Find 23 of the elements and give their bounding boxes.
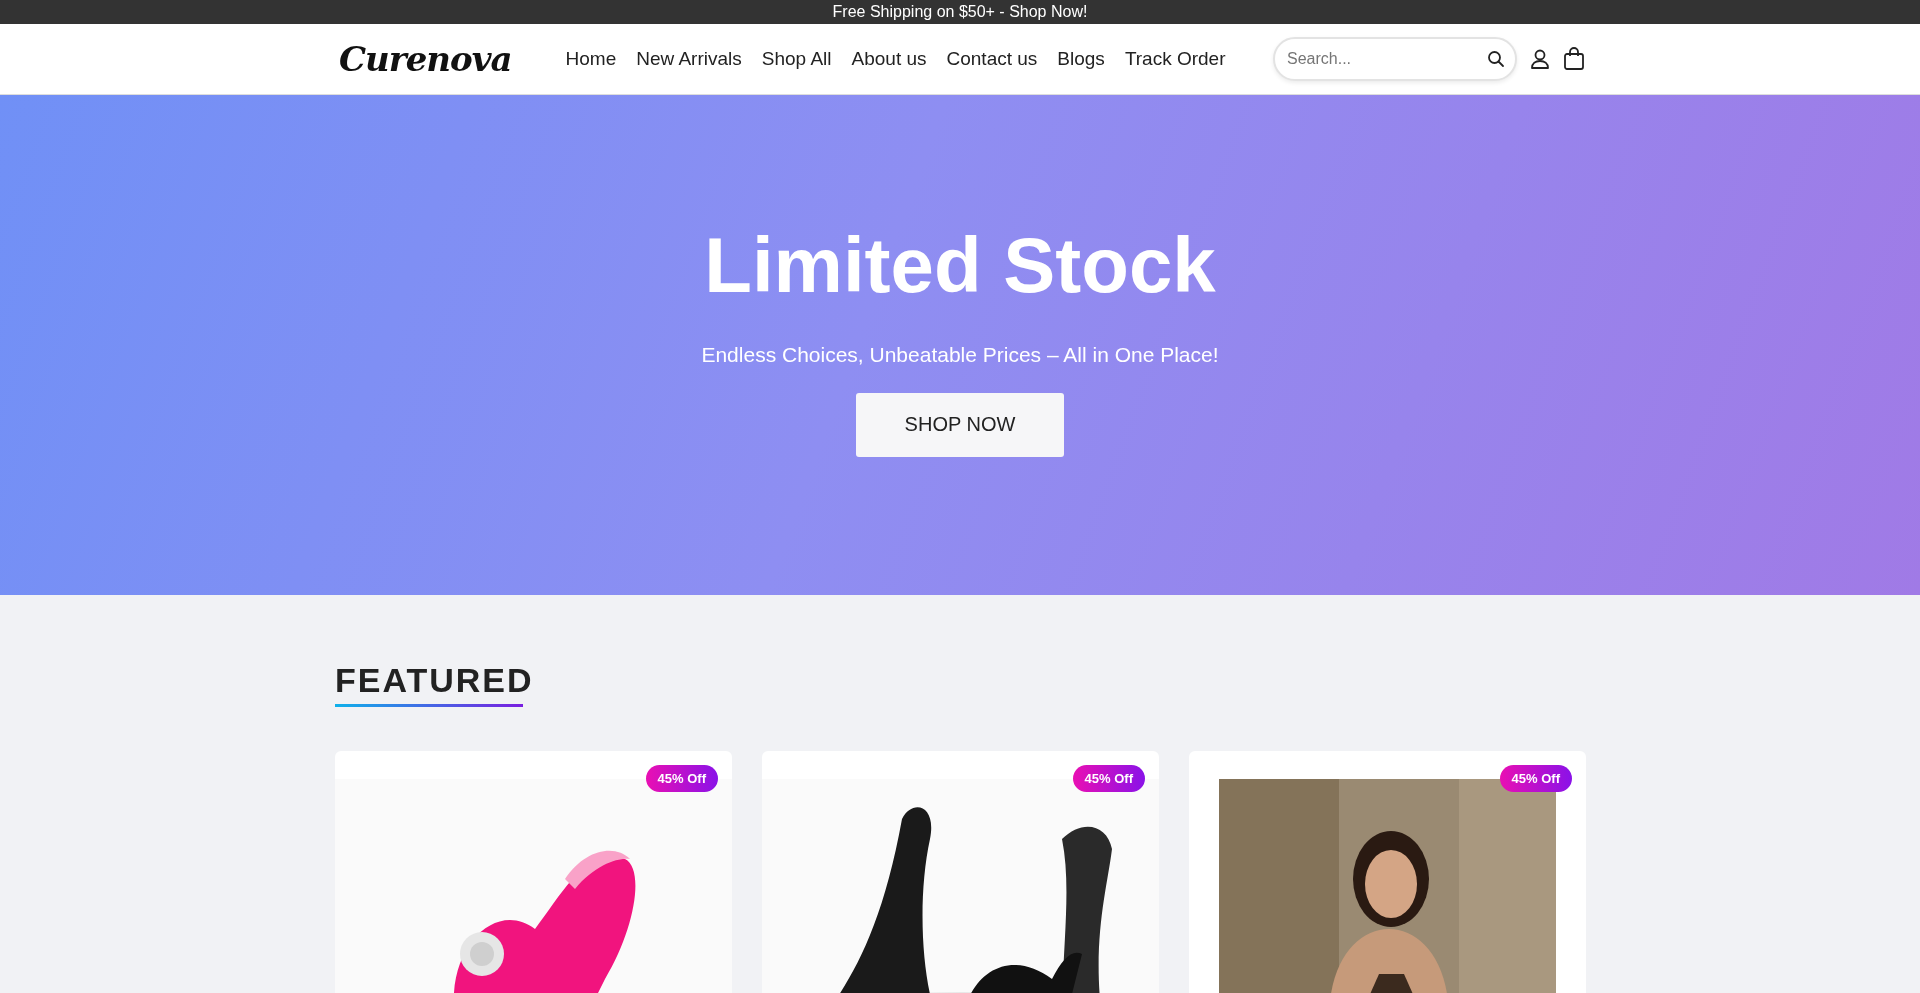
discount-badge: 45% Off [1072,765,1145,792]
shop-now-button[interactable]: SHOP NOW [856,392,1064,457]
nav-link[interactable]: Home [565,48,617,70]
nav-link[interactable]: Blogs [1057,48,1105,70]
product-card[interactable]: 45% Off [762,751,1159,993]
user-icon[interactable] [1529,48,1551,70]
product-card[interactable]: 45% Off [335,751,732,993]
nav-link[interactable]: Track Order [1124,48,1226,70]
nav-link[interactable]: Contact us [946,48,1038,70]
nav-link[interactable]: About us [851,48,927,70]
section-heading: FEATURED [335,661,534,700]
search-icon[interactable] [1487,50,1505,68]
search-field[interactable]: Search... [1273,37,1517,81]
nav-link[interactable]: New Arrivals [636,48,742,70]
shopping-bag-icon[interactable] [1563,47,1585,71]
hero-title: Limited Stock [704,223,1216,309]
logo[interactable]: Curenova [335,36,516,82]
hero-subtitle: Endless Choices, Unbeatable Prices – All in One Place! [701,342,1219,367]
discount-badge: 45% Off [645,765,718,792]
discount-badge: 45% Off [1499,765,1572,792]
announcement-text[interactable]: Free Shipping on $50+ - Shop Now! [832,3,1088,21]
nav-link[interactable]: Shop All [761,48,832,70]
product-card[interactable]: 45% Off [1189,751,1586,993]
